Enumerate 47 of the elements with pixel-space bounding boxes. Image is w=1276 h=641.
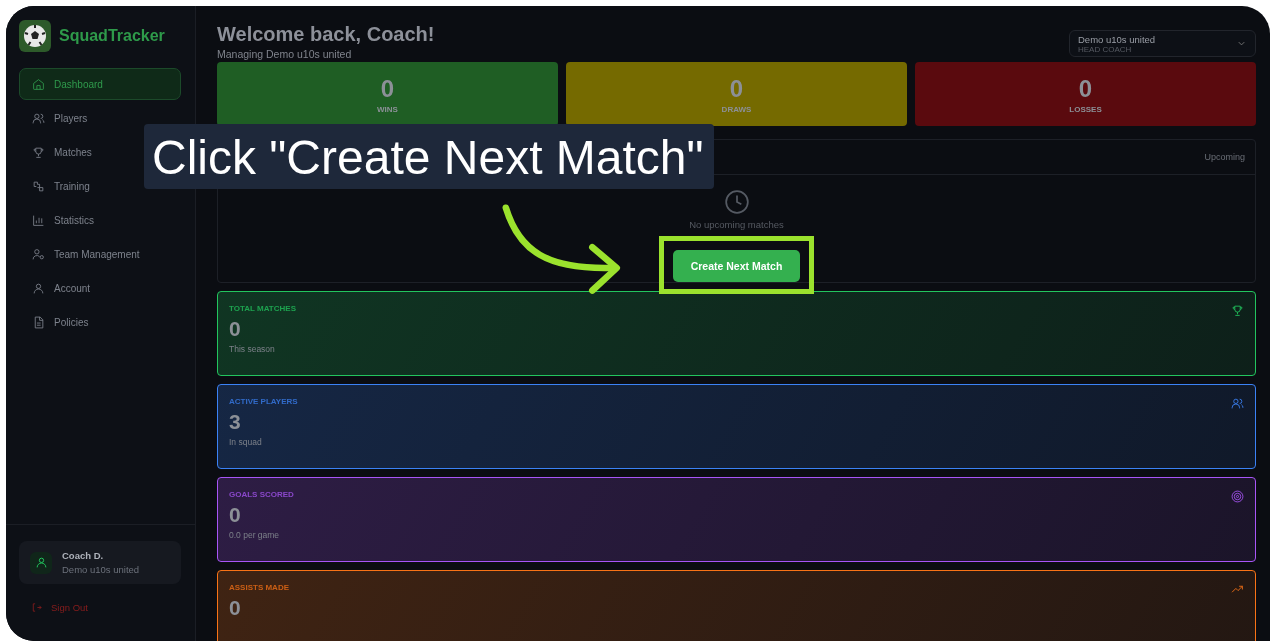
stat-note: 0.0 per game: [229, 530, 281, 540]
nav-item[interactable]: Policies: [19, 306, 181, 338]
upcoming-label: Upcoming: [1204, 152, 1245, 162]
stat-value: 0: [229, 503, 242, 527]
page-title: Welcome back, Coach!: [217, 22, 435, 46]
sign-out-icon: [31, 602, 42, 613]
doc-icon: [32, 315, 45, 329]
record-value: 0: [1078, 74, 1093, 103]
empty-state-text: No upcoming matches: [689, 219, 784, 230]
stat-value: 3: [229, 410, 242, 434]
user-name: Coach D.: [62, 550, 105, 561]
record-value: 0: [380, 74, 395, 103]
page-subtitle: Managing Demo u10s united: [217, 48, 353, 60]
stat-value: 0: [229, 317, 242, 341]
chart-icon: [32, 213, 45, 227]
team-selector[interactable]: Demo u10s united HEAD COACH: [1069, 30, 1256, 57]
brand-name: SquadTracker: [59, 27, 165, 45]
user-gear-icon: [32, 247, 45, 261]
trend-up-icon: [1231, 583, 1244, 596]
nav-item[interactable]: Account: [19, 272, 181, 304]
target-icon: [1231, 490, 1244, 503]
stat-label: TOTAL MATCHES: [229, 304, 296, 313]
user-icon: [32, 281, 45, 295]
stat-note: In squad: [229, 437, 263, 447]
stat-label: ASSISTS MADE: [229, 583, 289, 592]
stat-label: ACTIVE PLAYERS: [229, 397, 298, 406]
create-next-match-button[interactable]: Create Next Match: [673, 250, 800, 282]
record-label: DRAWS: [721, 104, 752, 114]
trophy-icon: [32, 145, 45, 159]
nav-item[interactable]: Team Management: [19, 238, 181, 270]
trophy-icon: [1231, 304, 1244, 317]
stat-label: GOALS SCORED: [229, 490, 294, 499]
instruction-tooltip: Click "Create Next Match": [144, 124, 714, 189]
users-icon: [32, 111, 45, 125]
record-value: 0: [729, 74, 744, 103]
record-label: WINS: [377, 104, 398, 114]
user-team: Demo u10s united: [62, 564, 140, 575]
soccer-ball-logo-icon: [19, 20, 51, 52]
user-avatar-icon: [30, 551, 52, 574]
stat-note: This season: [229, 344, 276, 354]
record-label: LOSSES: [1069, 104, 1102, 114]
nav-item[interactable]: Statistics: [19, 204, 181, 236]
users-icon: [1231, 397, 1244, 410]
home-icon: [32, 77, 45, 91]
stat-value: 0: [229, 596, 242, 620]
nav-item[interactable]: Dashboard: [19, 68, 181, 100]
clock-icon: [723, 189, 750, 215]
